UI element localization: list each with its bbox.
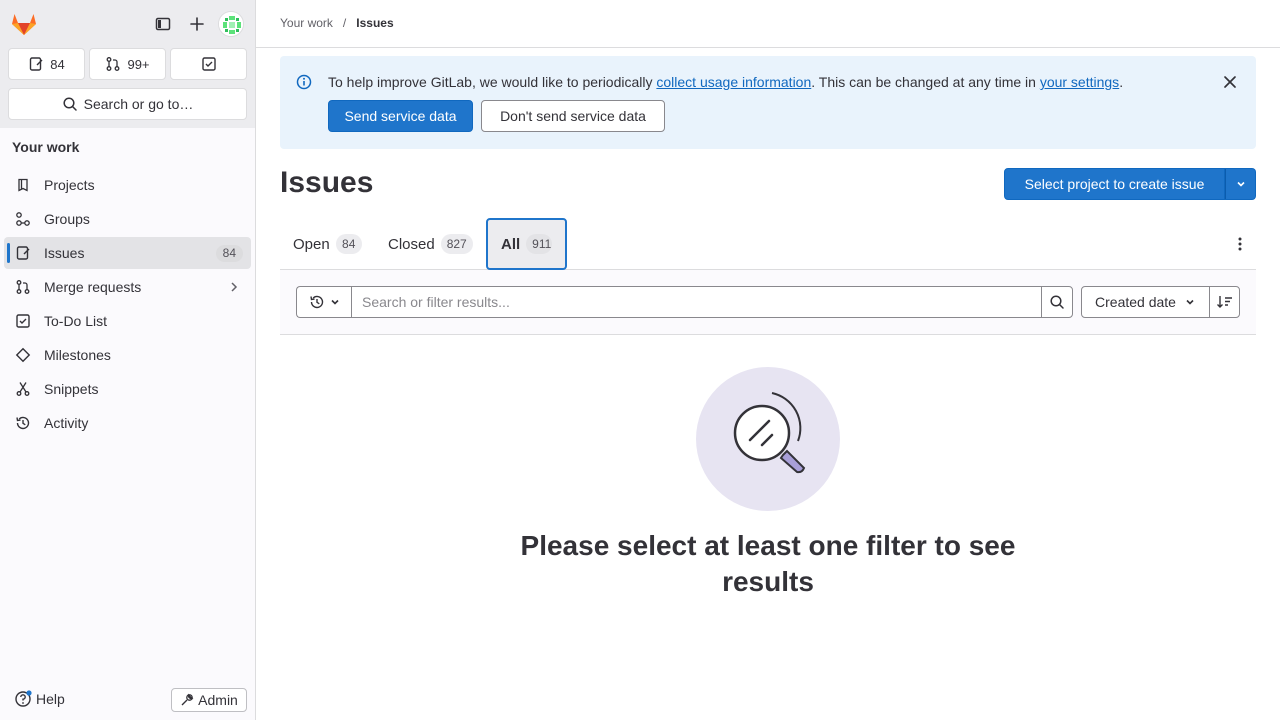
todo-icon: [15, 313, 31, 329]
sidebar-nav: Projects Groups Issues 84 Merge requests: [4, 169, 251, 441]
sort-direction-button[interactable]: [1209, 286, 1240, 318]
sidebar-item-label: Groups: [44, 211, 90, 227]
chevron-down-icon: [1184, 296, 1196, 308]
tab-label: Closed: [388, 235, 435, 253]
sidebar-item-label: Merge requests: [44, 279, 142, 295]
merge-request-icon: [15, 279, 31, 295]
empty-state-title: Please select at least one filter to see…: [520, 530, 1016, 597]
snippet-icon: [15, 381, 31, 397]
todo-counter-button[interactable]: [170, 48, 247, 80]
sidebar-item-label: To-Do List: [44, 313, 108, 329]
alert-text: . This can be changed at any time in: [811, 74, 1040, 90]
sidebar-item-groups[interactable]: Groups: [4, 203, 251, 235]
info-icon: [296, 74, 312, 90]
sidebar-item-activity[interactable]: Activity: [4, 407, 251, 439]
sort-label: Created date: [1095, 294, 1176, 310]
search-icon: [62, 96, 78, 112]
search-button[interactable]: Search or go to…: [8, 88, 247, 120]
chevron-right-icon: [227, 280, 241, 294]
merge-requests-counter-button[interactable]: 99+: [89, 48, 166, 80]
breadcrumb: Your work / Issues: [280, 16, 394, 30]
sidebar-item-milestones[interactable]: Milestones: [4, 339, 251, 371]
sidebar-item-merge-requests[interactable]: Merge requests: [4, 271, 251, 303]
breadcrumb-parent[interactable]: Your work: [280, 16, 333, 30]
merge-requests-count: 99+: [127, 56, 150, 72]
sidebar-item-label: Activity: [44, 415, 89, 431]
breadcrumb-separator: /: [342, 16, 347, 30]
tab-label: All: [501, 235, 521, 253]
top-bar: Your work / Issues: [256, 0, 1280, 48]
tab-count: 911: [526, 234, 553, 254]
project-icon: [15, 177, 31, 193]
issues-icon: [15, 245, 31, 261]
sidebar-item-todo-list[interactable]: To-Do List: [4, 305, 251, 337]
sidebar: 84 99+ Search or go to… Your work Projec…: [0, 0, 256, 720]
collapse-sidebar-icon[interactable]: [147, 8, 179, 40]
help-button[interactable]: Help: [14, 690, 65, 708]
alert-text: .: [1119, 74, 1124, 90]
issues-count: 84: [50, 56, 65, 72]
page-title: Issues: [280, 166, 374, 199]
gitlab-logo-icon[interactable]: [10, 10, 38, 38]
section-heading: Your work: [12, 139, 80, 155]
tab-label: Open: [293, 235, 330, 253]
dont-send-service-data-button[interactable]: Don't send service data: [481, 100, 665, 132]
recent-searches-button[interactable]: [296, 286, 352, 318]
merge-request-icon: [105, 56, 121, 72]
issues-counter-button[interactable]: 84: [8, 48, 85, 80]
history-icon: [15, 415, 31, 431]
tab-all[interactable]: All 911: [486, 218, 567, 270]
usage-data-alert: To help improve GitLab, we would like to…: [280, 56, 1256, 149]
sidebar-item-issues[interactable]: Issues 84: [4, 237, 251, 269]
milestone-icon: [15, 347, 31, 363]
alert-text: To help improve GitLab, we would like to…: [328, 74, 657, 90]
wrench-icon: [180, 693, 194, 707]
alert-message: To help improve GitLab, we would like to…: [328, 74, 1123, 90]
more-actions-icon[interactable]: [1224, 228, 1256, 260]
sidebar-item-label: Projects: [44, 177, 95, 193]
search-label: Search or go to…: [83, 96, 194, 112]
sidebar-header: 84 99+ Search or go to…: [0, 0, 255, 128]
search-icon: [1049, 294, 1065, 310]
create-issue-split-button: Select project to create issue: [1004, 168, 1256, 200]
sidebar-item-projects[interactable]: Projects: [4, 169, 251, 201]
help-label: Help: [36, 691, 65, 707]
filter-bar: Search or filter results... Created date: [280, 270, 1256, 335]
send-service-data-button[interactable]: Send service data: [328, 100, 473, 132]
tab-count: 84: [335, 234, 362, 254]
sort-dropdown[interactable]: Created date: [1081, 286, 1210, 318]
avatar[interactable]: [218, 11, 244, 37]
issue-state-tabs: Open 84 Closed 827 All 911: [280, 218, 1256, 270]
history-icon: [309, 294, 325, 310]
todo-icon: [201, 56, 217, 72]
sidebar-item-label: Milestones: [44, 347, 111, 363]
your-settings-link[interactable]: your settings: [1040, 74, 1119, 90]
tab-open[interactable]: Open 84: [280, 218, 375, 270]
issues-icon: [28, 56, 44, 72]
sort-lowest-icon: [1216, 294, 1234, 310]
select-project-button[interactable]: Select project to create issue: [1004, 168, 1225, 200]
breadcrumb-current[interactable]: Issues: [356, 16, 393, 30]
filter-search-button[interactable]: [1041, 286, 1073, 318]
issues-badge: 84: [215, 245, 243, 262]
sidebar-item-label: Snippets: [44, 381, 99, 397]
collect-usage-link[interactable]: collect usage information: [656, 74, 811, 90]
sidebar-item-label: Issues: [44, 245, 85, 261]
close-icon[interactable]: [1222, 74, 1238, 90]
filter-search-input[interactable]: Search or filter results...: [351, 286, 1042, 318]
admin-label: Admin: [198, 692, 238, 708]
chevron-down-icon: [329, 296, 341, 308]
tab-count: 827: [440, 234, 473, 254]
empty-state-illustration: [696, 367, 840, 511]
admin-button[interactable]: Admin: [171, 688, 247, 712]
chevron-down-icon: [1235, 178, 1247, 190]
tab-closed[interactable]: Closed 827: [375, 218, 486, 270]
create-dropdown-toggle[interactable]: [1225, 168, 1256, 200]
question-icon: [14, 690, 32, 708]
group-icon: [15, 211, 31, 227]
plus-icon[interactable]: [181, 8, 213, 40]
sidebar-item-snippets[interactable]: Snippets: [4, 373, 251, 405]
